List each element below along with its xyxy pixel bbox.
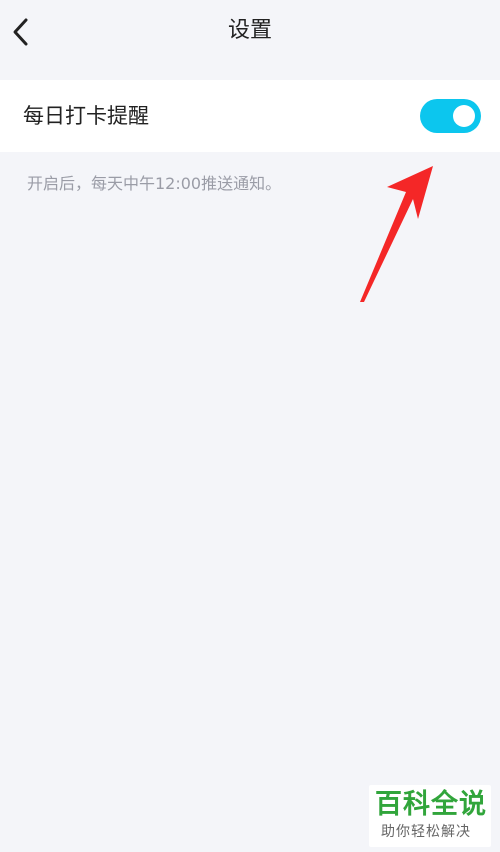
watermark-logo: 百科全说 助你轻松解决 [369, 785, 491, 847]
setting-label: 每日打卡提醒 [23, 104, 149, 128]
nav-bar: 设置 [0, 0, 500, 64]
page-title: 设置 [227, 18, 272, 43]
watermark-main-text: 百科全说 [375, 789, 487, 820]
hint-text: 开启后，每天中午12:00推送通知。 [27, 174, 282, 193]
watermark-sub-text: 助你轻松解决 [381, 824, 471, 840]
toggle-knob [453, 105, 475, 127]
daily-checkin-reminder-toggle[interactable] [420, 99, 481, 133]
